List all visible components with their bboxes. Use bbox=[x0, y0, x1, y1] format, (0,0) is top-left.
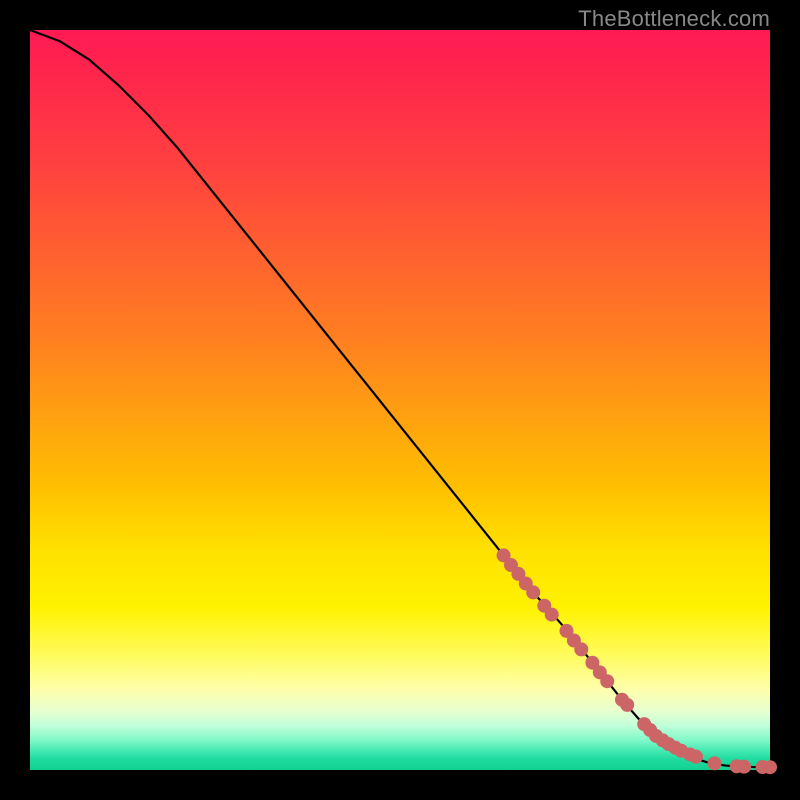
curve-line bbox=[30, 30, 770, 767]
data-point bbox=[526, 585, 540, 599]
data-point bbox=[600, 674, 614, 688]
data-markers bbox=[497, 548, 777, 774]
data-point bbox=[763, 760, 777, 774]
data-point bbox=[689, 750, 703, 764]
plot-area bbox=[30, 30, 770, 770]
data-point bbox=[737, 760, 751, 774]
chart-frame: TheBottleneck.com bbox=[0, 0, 800, 800]
watermark-text: TheBottleneck.com bbox=[578, 6, 770, 32]
chart-svg bbox=[30, 30, 770, 770]
data-point bbox=[574, 642, 588, 656]
data-point bbox=[708, 756, 722, 770]
data-point bbox=[545, 608, 559, 622]
data-point bbox=[620, 698, 634, 712]
